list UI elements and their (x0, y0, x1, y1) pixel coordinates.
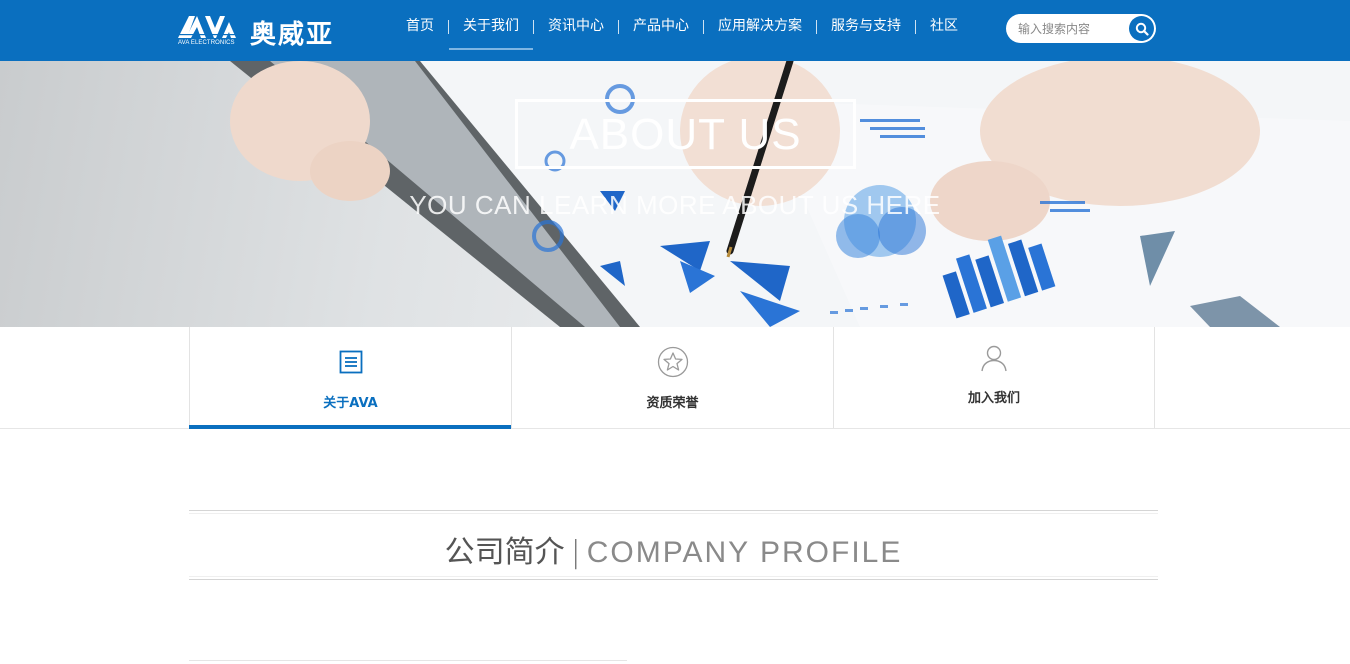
tab-about-ava[interactable]: 关于AVA (189, 327, 511, 429)
divider-line (189, 513, 1158, 514)
tab-honors-label: 资质荣誉 (646, 396, 699, 411)
nav-item-solutions[interactable]: 应用解决方案 (704, 0, 816, 61)
tab-join-us-label: 加入我们 (967, 391, 1020, 406)
tab-join-us[interactable]: 加入我们 (833, 327, 1155, 428)
banner-title-frame: ABOUT US (515, 99, 856, 169)
top-header: AVA ELECTRONICS 奥威亚 首页 关于我们 资讯中心 产品中心 应用… (0, 0, 1350, 61)
about-banner: ABOUT US YOU CAN LEARN MORE ABOUT US HER… (0, 61, 1350, 327)
content-divider (189, 660, 627, 661)
list-icon (334, 345, 368, 379)
search-input[interactable] (1018, 20, 1126, 37)
banner-title: ABOUT US (569, 110, 802, 159)
section-heading: 公司简介 | COMPANY PROFILE (189, 510, 1158, 580)
nav-item-community[interactable]: 社区 (916, 0, 972, 61)
ava-logo-mark (178, 16, 236, 38)
tab-honors[interactable]: 资质荣誉 (511, 327, 833, 428)
main-nav: 首页 关于我们 资讯中心 产品中心 应用解决方案 服务与支持 社区 (392, 0, 972, 61)
search-icon (1135, 22, 1149, 36)
nav-item-support[interactable]: 服务与支持 (817, 0, 915, 61)
star-icon (656, 345, 690, 379)
banner-subtitle: YOU CAN LEARN MORE ABOUT US HERE (409, 190, 941, 220)
logo-subtitle: AVA ELECTRONICS (178, 40, 235, 46)
section-title-cn: 公司简介 (444, 535, 565, 570)
person-icon (977, 341, 1011, 375)
nav-item-news[interactable]: 资讯中心 (534, 0, 618, 61)
section-title-separator: | (570, 535, 581, 570)
about-subnav: 关于AVA 资质荣誉 加入我们 (0, 327, 1350, 429)
divider-line (189, 576, 1158, 577)
nav-item-about[interactable]: 关于我们 (449, 0, 533, 61)
nav-item-home[interactable]: 首页 (392, 0, 448, 61)
site-logo[interactable]: AVA ELECTRONICS 奥威亚 (178, 14, 350, 50)
section-title: 公司简介 | COMPANY PROFILE (189, 527, 1158, 571)
tab-about-ava-label: 关于AVA (323, 396, 378, 411)
section-title-en: COMPANY PROFILE (586, 536, 903, 569)
search-button[interactable] (1129, 16, 1154, 41)
nav-item-products[interactable]: 产品中心 (619, 0, 703, 61)
search-box (1006, 14, 1156, 43)
logo-chinese-name: 奥威亚 (250, 20, 335, 50)
